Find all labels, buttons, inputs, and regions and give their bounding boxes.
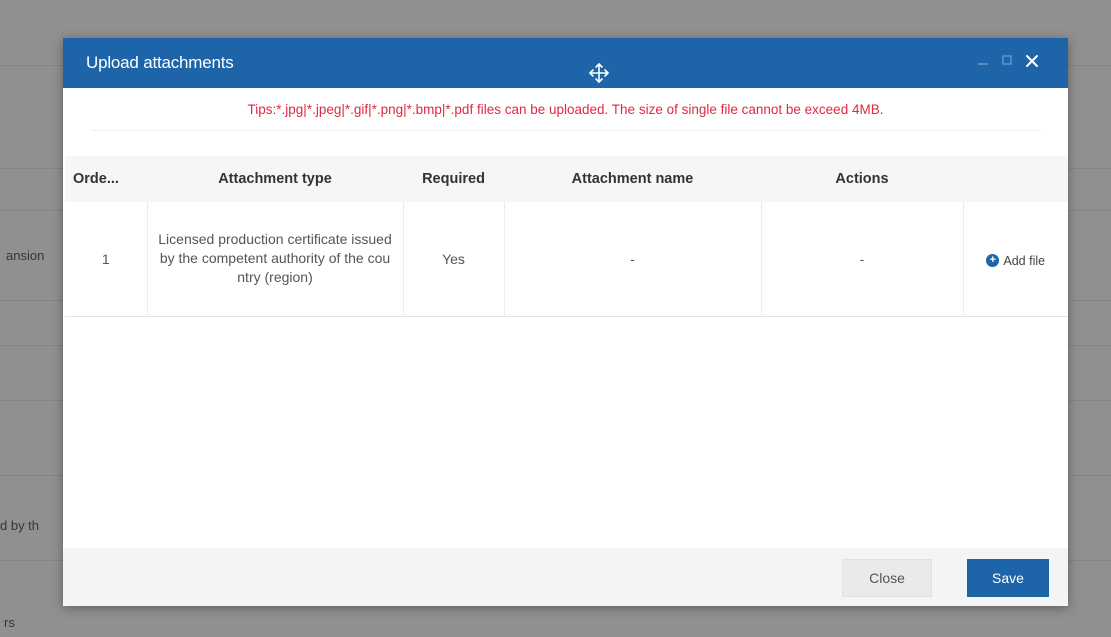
column-header-attachment-name: Attachment name	[571, 171, 694, 187]
plus-circle-icon: +	[986, 254, 1000, 267]
table-header-row: Orde... Attachment type Required Attachm…	[65, 156, 1068, 202]
close-button[interactable]: Close	[842, 559, 932, 597]
attachment-type-text: Licensed production certificate issued b…	[158, 231, 392, 286]
move-icon[interactable]	[587, 61, 611, 85]
table-row: 1 Licensed production certificate issued…	[65, 202, 1068, 316]
attachments-table: Orde... Attachment type Required Attachm…	[65, 156, 1068, 317]
cell-actions: -	[761, 202, 964, 316]
cell-attachment-type: Licensed production certificate issued b…	[147, 202, 404, 316]
tips-divider	[91, 130, 1041, 131]
close-icon[interactable]	[1024, 53, 1040, 69]
upload-attachments-dialog: Upload attachments Tips:*.jpg|*.jpeg|*.g…	[63, 38, 1068, 606]
column-header-empty	[963, 156, 1068, 202]
save-button[interactable]: Save	[967, 559, 1049, 597]
column-header-actions: Actions	[835, 171, 889, 187]
cell-order: 1	[65, 202, 148, 316]
cell-attachment-name: -	[504, 202, 762, 316]
add-file-button[interactable]: + Add file	[986, 254, 1045, 268]
minimize-icon[interactable]	[976, 54, 990, 68]
maximize-icon[interactable]	[1000, 54, 1014, 68]
cell-required: Yes	[403, 202, 505, 316]
add-file-label: Add file	[1003, 253, 1046, 268]
dialog-title: Upload attachments	[86, 53, 234, 72]
column-header-attachment-type: Attachment type	[218, 171, 332, 187]
upload-tips: Tips:*.jpg|*.jpeg|*.gif|*.png|*.bmp|*.pd…	[247, 102, 884, 117]
dialog-footer: Close Save	[63, 548, 1068, 606]
cell-add-file: + Add file	[963, 202, 1068, 316]
column-header-required: Required	[422, 171, 485, 187]
window-controls	[976, 53, 1040, 69]
column-header-order[interactable]: Orde...	[65, 156, 147, 202]
dialog-header[interactable]: Upload attachments	[63, 38, 1068, 88]
